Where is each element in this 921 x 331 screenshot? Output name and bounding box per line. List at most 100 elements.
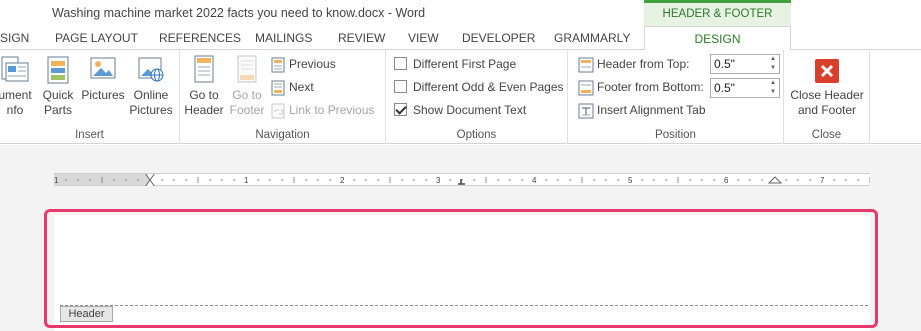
- hanging-indent-marker: [145, 179, 155, 186]
- header-highlight-box: [44, 209, 878, 328]
- show-document-text-checkbox[interactable]: Show Document Text: [394, 100, 526, 120]
- ruler-number: 2: [340, 176, 345, 185]
- close-header-footer-button[interactable]: Close Header and Footer: [786, 54, 868, 118]
- header-spin-arrows[interactable]: ▲ ▼: [767, 55, 779, 73]
- header-from-top-input[interactable]: 0.5" ▲ ▼: [710, 54, 780, 74]
- footer-from-bottom-input[interactable]: 0.5" ▲ ▼: [710, 78, 780, 98]
- go-to-header-icon: [194, 55, 214, 83]
- document-info-label-2: nfo: [6, 103, 24, 117]
- ruler-number: 4: [532, 176, 537, 185]
- options-group-label: Options: [456, 129, 497, 141]
- pictures-icon: [90, 57, 116, 79]
- ruler-number: 1: [244, 176, 249, 185]
- ruler-labels: 1 1 2 3 4 5 6 7: [54, 174, 825, 186]
- ruler-number: 6: [724, 176, 729, 185]
- pictures-label: Pictures: [81, 88, 125, 102]
- previous-icon: [271, 57, 285, 73]
- document-info-label-1: ument: [0, 88, 32, 102]
- tab-developer[interactable]: DEVELOPER: [462, 26, 535, 50]
- show-document-text-label: Show Document Text: [413, 103, 527, 117]
- tab-page-layout[interactable]: PAGE LAYOUT: [55, 26, 138, 50]
- different-odd-even-checkbox[interactable]: Different Odd & Even Pages: [394, 77, 564, 97]
- position-group-label: Position: [655, 129, 696, 141]
- different-first-page-box[interactable]: [394, 57, 407, 71]
- online-pictures-button[interactable]: Online Pictures: [127, 54, 175, 118]
- different-first-page-checkbox[interactable]: Different First Page: [394, 54, 516, 74]
- go-to-footer-label-2: Footer: [229, 103, 265, 117]
- show-document-text-box[interactable]: [394, 103, 407, 117]
- link-to-previous-label: Link to Previous: [289, 103, 375, 117]
- first-line-indent-marker: [145, 174, 155, 181]
- contextual-tab-header: HEADER & FOOTER TOOLS: [644, 0, 791, 43]
- previous-label: Previous: [289, 57, 336, 71]
- online-pictures-label-1: Online: [133, 88, 169, 102]
- ruler-number: 3: [436, 176, 441, 185]
- footer-from-bottom-icon: [578, 80, 594, 96]
- document-info-icon: [1, 56, 29, 82]
- close-header-footer-icon: [815, 59, 839, 83]
- tab-design[interactable]: DESIGN: [644, 26, 791, 51]
- previous-button[interactable]: Previous: [270, 54, 336, 74]
- tab-review[interactable]: REVIEW: [338, 26, 385, 50]
- title-bar: Washing machine market 2022 facts you ne…: [0, 0, 921, 43]
- go-to-header-label-1: Go to: [189, 88, 219, 102]
- quick-parts-label-1: Quick: [42, 88, 74, 102]
- document-area: 1 1 2 3 4 5 6 7 Header: [0, 145, 921, 331]
- center-tab-stop: [458, 179, 465, 185]
- insert-alignment-tab-button[interactable]: Insert Alignment Tab: [578, 100, 706, 120]
- right-indent-marker: [767, 176, 783, 184]
- window-title: Washing machine market 2022 facts you ne…: [52, 6, 426, 20]
- navigation-group-label: Navigation: [255, 129, 310, 141]
- header-from-top-value: 0.5": [714, 57, 735, 71]
- ruler-number: 5: [628, 176, 633, 185]
- footer-from-bottom-label-row: Footer from Bottom:: [578, 77, 704, 97]
- close-header-footer-label-1: Close Header: [790, 88, 864, 102]
- close-group-label: Close: [811, 129, 842, 141]
- different-odd-even-box[interactable]: [394, 80, 407, 94]
- ruler-number: 1: [54, 176, 59, 185]
- ruler-number: 7: [820, 176, 825, 185]
- next-button[interactable]: Next: [270, 77, 314, 97]
- navigation-group: Go to Header Go to Footer Previous Next …: [180, 50, 386, 144]
- horizontal-ruler[interactable]: 1 1 2 3 4 5 6 7: [54, 173, 870, 186]
- pictures-button[interactable]: Pictures: [80, 54, 126, 103]
- quick-parts-label-2: Parts: [43, 103, 72, 117]
- online-pictures-icon: [138, 57, 164, 82]
- go-to-footer-button[interactable]: Go to Footer: [226, 54, 268, 118]
- ribbon-tabs: SIGN PAGE LAYOUT REFERENCES MAILINGS REV…: [0, 26, 921, 51]
- header-from-top-label-row: Header from Top:: [578, 54, 690, 74]
- document-info-button[interactable]: ument nfo: [0, 54, 36, 118]
- insert-group-label: Insert: [75, 129, 104, 141]
- tab-grammarly[interactable]: GRAMMARLY: [554, 26, 630, 50]
- tab-references[interactable]: REFERENCES: [159, 26, 241, 50]
- quick-parts-icon: [47, 56, 69, 84]
- insert-group: ument nfo Quick Parts Pictures Online Pi…: [0, 50, 180, 144]
- tab-view[interactable]: VIEW: [408, 26, 439, 50]
- tab-design-partial[interactable]: SIGN: [0, 26, 29, 50]
- different-first-page-label: Different First Page: [413, 57, 517, 71]
- link-to-previous-button[interactable]: Link to Previous: [270, 100, 374, 120]
- header-from-top-label: Header from Top:: [597, 57, 690, 71]
- insert-alignment-tab-icon: [578, 103, 594, 119]
- header-from-top-icon: [578, 57, 594, 73]
- options-group: Different First Page Different Odd & Eve…: [386, 50, 568, 144]
- next-label: Next: [289, 80, 314, 94]
- next-icon: [271, 80, 285, 96]
- go-to-header-button[interactable]: Go to Header: [183, 54, 225, 118]
- go-to-footer-icon: [237, 55, 257, 83]
- go-to-footer-label-1: Go to: [232, 88, 262, 102]
- insert-alignment-tab-label: Insert Alignment Tab: [597, 103, 706, 117]
- online-pictures-label-2: Pictures: [129, 103, 173, 117]
- position-group: Header from Top: 0.5" ▲ ▼ Footer from Bot…: [568, 50, 784, 144]
- go-to-header-label-2: Header: [184, 103, 224, 117]
- footer-from-bottom-label: Footer from Bottom:: [597, 80, 704, 94]
- close-header-footer-label-2: and Footer: [797, 103, 857, 117]
- ribbon: ument nfo Quick Parts Pictures Online Pi…: [0, 50, 921, 144]
- close-group: Close Header and Footer Close: [784, 50, 870, 144]
- quick-parts-button[interactable]: Quick Parts: [38, 54, 78, 118]
- different-odd-even-label: Different Odd & Even Pages: [413, 80, 564, 94]
- tab-mailings[interactable]: MAILINGS: [255, 26, 312, 50]
- footer-from-bottom-value: 0.5": [714, 81, 735, 95]
- footer-spin-arrows[interactable]: ▲ ▼: [767, 79, 779, 97]
- link-to-previous-icon: [271, 103, 285, 119]
